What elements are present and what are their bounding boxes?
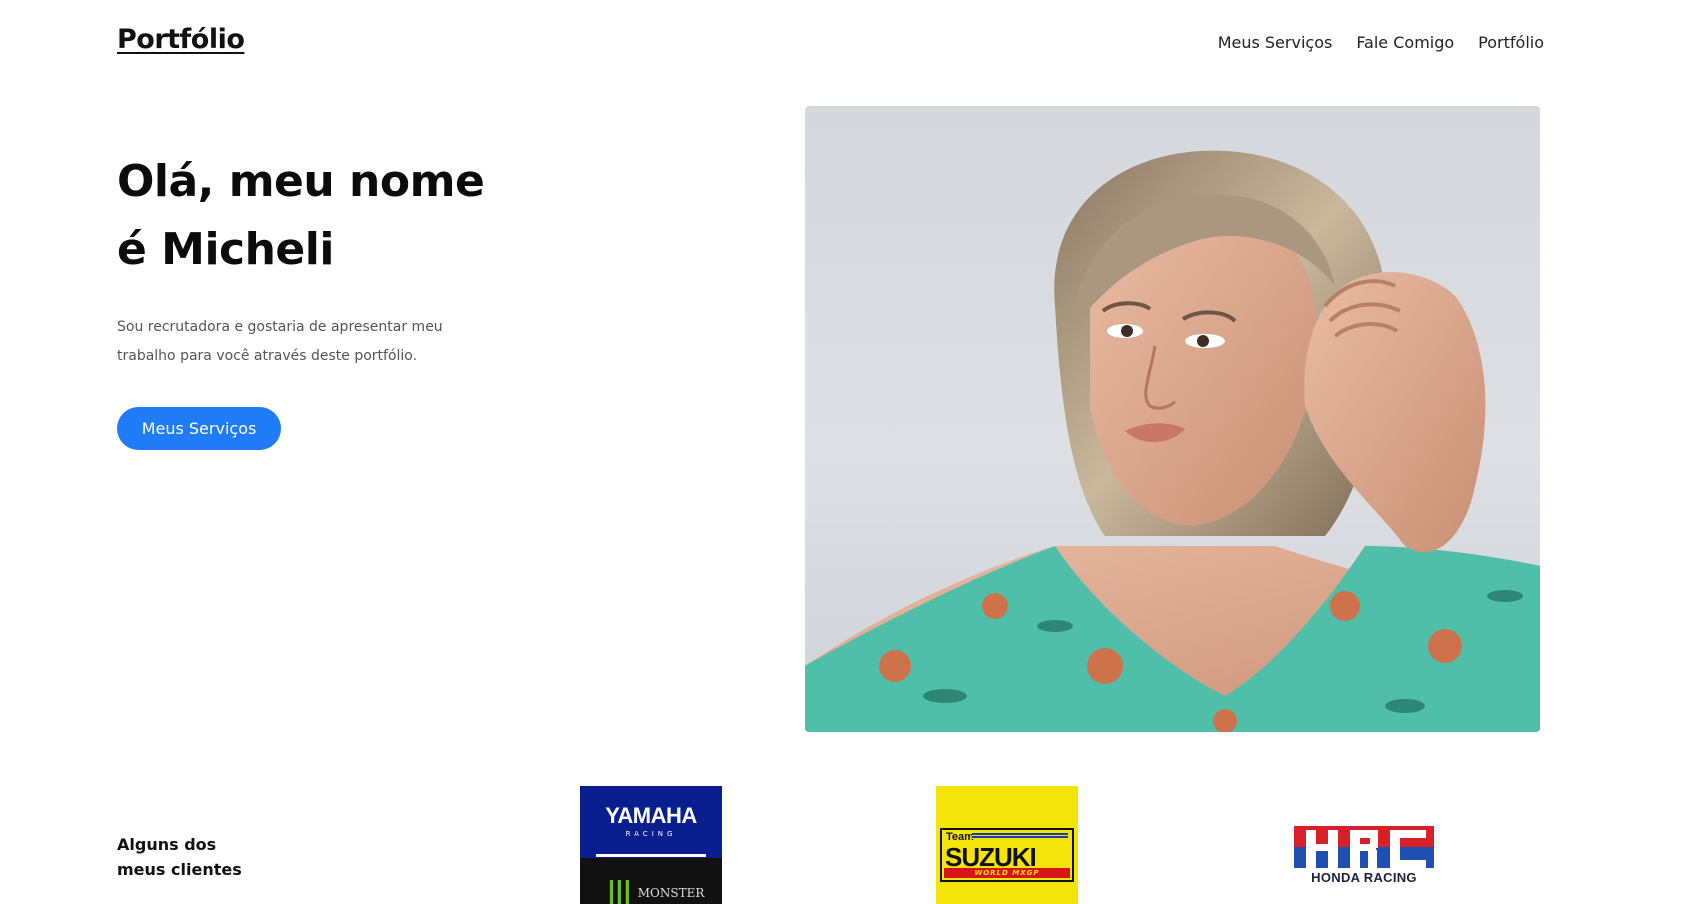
nav-link-portfolio[interactable]: Portfólio [1478,33,1544,52]
yamaha-monster-logo: YAMAHA RACING ||| MONSTER [580,786,722,904]
page: Portfólio Meus Serviços Fale Comigo Port… [0,0,1705,904]
yamaha-logo-divider [596,854,706,857]
profile-photo-illustration [805,150,1540,732]
hero-title-line2: é Micheli [117,224,334,275]
monster-claw-icon: ||| [606,875,633,904]
monster-logo: ||| MONSTER [580,858,722,904]
nav-link-contact[interactable]: Fale Comigo [1356,33,1454,52]
monster-logo-text: MONSTER [637,886,705,900]
hrc-logo: HONDA RACING [1291,826,1437,888]
suzuki-logo-box: Team SUZUKI WORLD MXGP [940,828,1074,882]
hero-description: Sou recrutadora e gostaria de apresentar… [117,319,443,364]
suzuki-stripes [972,833,1068,839]
hrc-letters-graphic [1294,826,1434,868]
services-button[interactable]: Meus Serviços [117,407,281,450]
suzuki-logo-subtext: WORLD MXGP [944,868,1070,878]
clients-label: Alguns dos meus clientes [117,835,242,879]
main-nav: Meus Serviços Fale Comigo Portfólio [1218,33,1544,52]
suzuki-logo: Team SUZUKI WORLD MXGP [936,786,1078,904]
yamaha-logo-top: YAMAHA RACING [580,786,722,854]
hero-title: Olá, meu nome é Micheli [117,148,577,284]
site-logo[interactable]: Portfólio [117,24,245,55]
hrc-logo-text: HONDA RACING [1311,870,1417,885]
nav-link-services[interactable]: Meus Serviços [1218,33,1333,52]
profile-photo [805,106,1540,732]
yamaha-logo-text: YAMAHA [605,802,697,828]
yamaha-logo-subtext: RACING [625,829,677,838]
hero-title-line1: Olá, meu nome [117,156,485,207]
